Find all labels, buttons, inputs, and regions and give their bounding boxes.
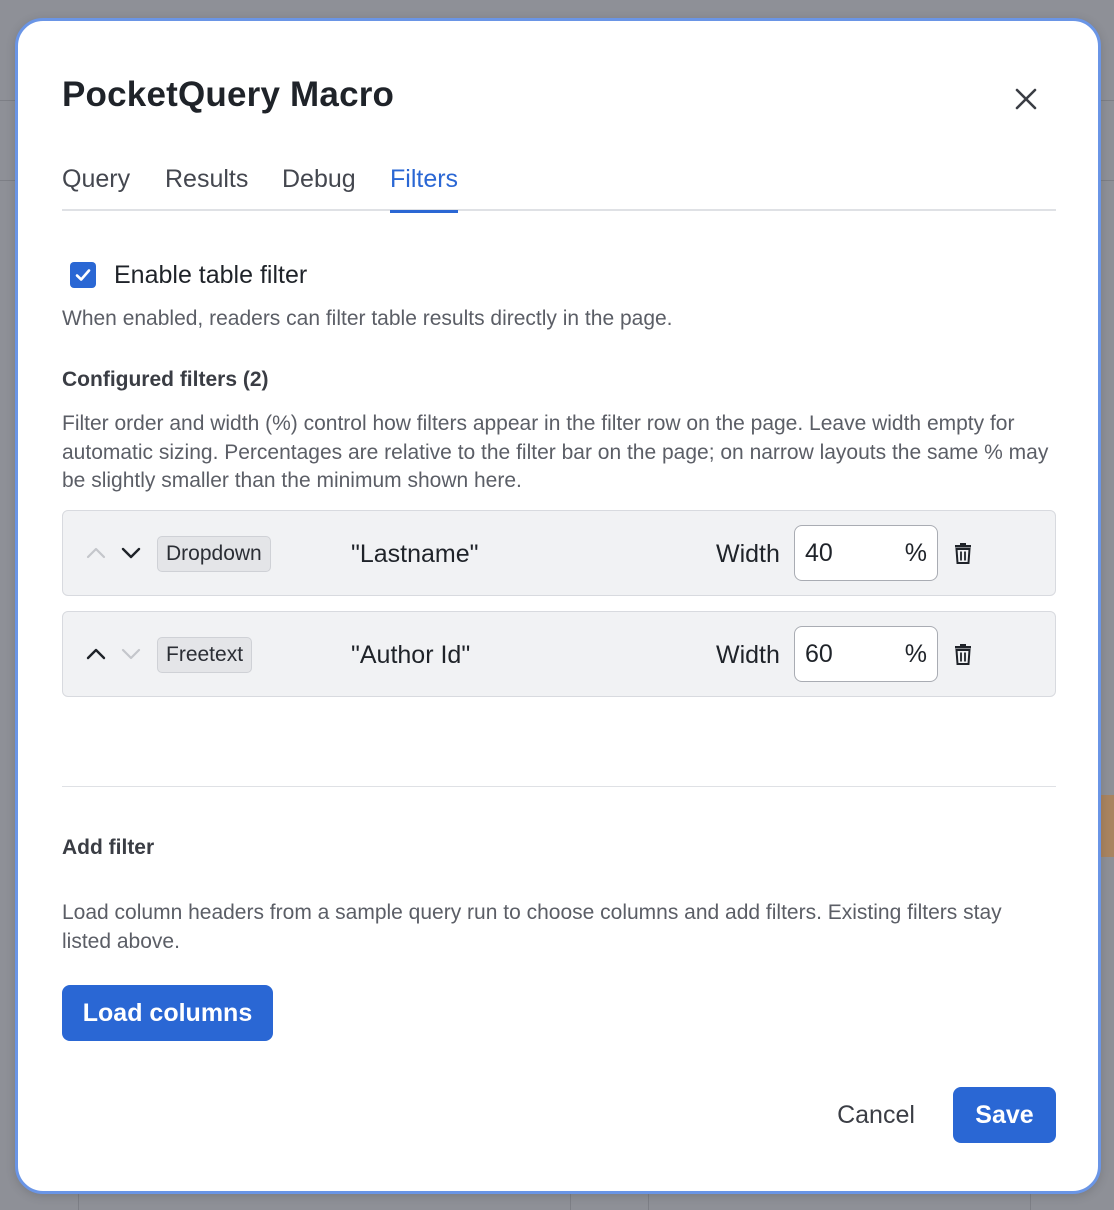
chevron-up-icon <box>86 547 106 559</box>
trash-icon <box>955 644 971 665</box>
chevron-up-icon <box>86 648 106 660</box>
percent-unit: % <box>904 640 927 668</box>
background-divider <box>0 100 15 101</box>
background-divider <box>648 1194 649 1210</box>
width-field[interactable]: % <box>794 626 938 682</box>
pocketquery-macro-dialog: PocketQuery Macro Query Results Debug Fi… <box>15 18 1101 1194</box>
filter-column-name: "Author Id" <box>351 641 471 669</box>
background-divider <box>1030 1194 1031 1210</box>
width-label: Width <box>716 540 780 568</box>
move-up-button[interactable] <box>83 540 109 566</box>
tab-bar: Query Results Debug Filters <box>62 165 1056 213</box>
close-button[interactable] <box>1008 81 1044 117</box>
delete-filter-button[interactable] <box>951 540 975 566</box>
background-divider <box>78 1194 79 1210</box>
add-filter-heading: Add filter <box>62 836 155 859</box>
filter-row: Freetext "Author Id" Width % <box>62 611 1056 697</box>
width-input[interactable] <box>805 536 895 570</box>
section-divider <box>62 786 1056 787</box>
move-down-button[interactable] <box>118 540 144 566</box>
filter-column-name: "Lastname" <box>351 540 479 568</box>
tab-filters[interactable]: Filters <box>390 165 459 213</box>
background-divider <box>1101 180 1114 181</box>
delete-filter-button[interactable] <box>951 641 975 667</box>
enable-table-filter-label[interactable]: Enable table filter <box>114 261 307 290</box>
checkmark-icon <box>75 269 91 281</box>
load-columns-button[interactable]: Load columns <box>62 985 273 1041</box>
background-divider <box>570 1194 571 1210</box>
percent-unit: % <box>904 539 927 567</box>
enable-filter-helper-text: When enabled, readers can filter table r… <box>62 307 673 330</box>
enable-table-filter-checkbox[interactable] <box>70 262 96 288</box>
filter-row: Dropdown "Lastname" Width % <box>62 510 1056 596</box>
move-up-button[interactable] <box>83 641 109 667</box>
configured-filters-heading: Configured filters (2) <box>62 368 269 391</box>
trash-icon <box>955 543 971 564</box>
filter-type-badge: Dropdown <box>157 536 271 572</box>
chevron-down-icon <box>121 648 141 660</box>
background-divider <box>0 180 15 181</box>
tab-debug[interactable]: Debug <box>282 165 356 211</box>
add-filter-description: Load column headers from a sample query … <box>62 901 1002 953</box>
move-down-button[interactable] <box>118 641 144 667</box>
background-highlight <box>1100 795 1114 857</box>
background-divider <box>1101 100 1114 101</box>
close-icon <box>1015 88 1037 110</box>
tab-query[interactable]: Query <box>62 165 130 211</box>
filter-type-badge: Freetext <box>157 637 253 673</box>
width-input[interactable] <box>805 637 895 671</box>
configured-filters-description: Filter order and width (%) control how f… <box>62 412 1049 492</box>
cancel-button[interactable]: Cancel <box>818 1087 934 1143</box>
tab-results[interactable]: Results <box>165 165 248 211</box>
chevron-down-icon <box>121 547 141 559</box>
dialog-title: PocketQuery Macro <box>62 75 395 114</box>
width-label: Width <box>716 641 780 669</box>
width-field[interactable]: % <box>794 525 938 581</box>
save-button[interactable]: Save <box>953 1087 1056 1143</box>
